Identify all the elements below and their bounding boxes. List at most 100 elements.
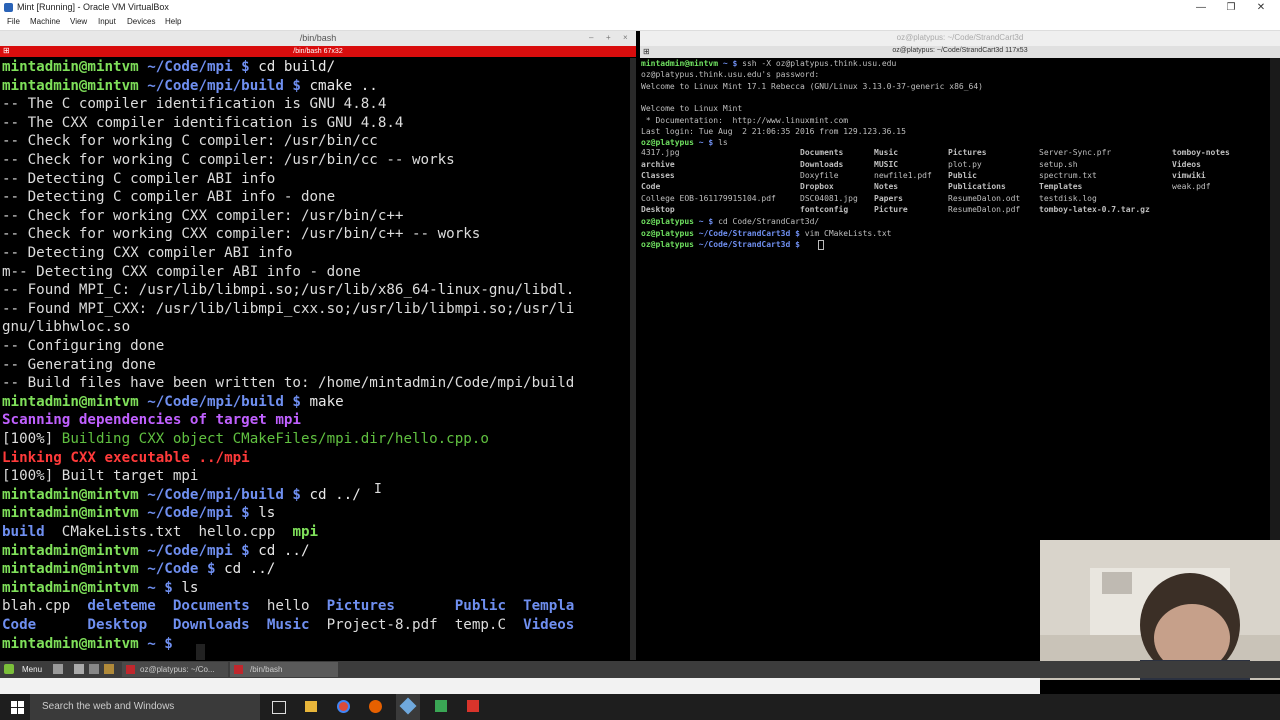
ls-entry: Code [641,182,661,192]
ls-entry: Publications [948,182,1006,192]
terminal-text: Linking CXX executable ../mpi [2,449,250,466]
terminal-text: Last login: Tue Aug 2 21:06:35 2016 from… [641,126,906,136]
show-desktop-icon[interactable] [53,664,63,674]
vbox-statusbar [0,678,1040,694]
terminal-line: blah.cpp deleteme Documents hello Pictur… [2,597,574,616]
terminal-text: -- Found MPI_C: /usr/lib/libmpi.so;/usr/… [2,282,575,299]
terminal-line: oz@platypus ~ $ cd Code/StrandCart3d/ [641,216,819,227]
terminal-text: [100%] Built target mpi [2,468,199,485]
terminal-line: mintadmin@mintvm ~/Code/mpi/build $ cd .… [2,486,361,505]
terminal-text: -- Detecting CXX compiler ABI info [2,245,293,261]
terminal-text: [100%] [2,431,62,447]
terminal-text: cd Code/StrandCart3d/ [713,217,820,227]
virtualbox-icon [4,3,13,12]
ls-entry: DSC04081.jpg [800,193,858,203]
firefox-icon[interactable] [369,700,382,713]
left-terminal-scrollbar[interactable] [630,58,636,660]
menu-help[interactable]: Help [165,17,181,26]
terminal-line: oz@platypus ~ $ ls [641,137,728,148]
terminal-text: Code [2,617,37,633]
terminal-line: -- Detecting C compiler ABI info [2,170,275,189]
terminal-text: -- Build files have been written to: /ho… [2,375,575,392]
terminal-line: Last login: Tue Aug 2 21:06:35 2016 from… [641,126,906,137]
file-explorer-icon[interactable] [305,701,317,712]
right-terminal-tab[interactable]: oz@platypus: ~/Code/StrandCart3d 117x53 [640,47,1280,54]
terminal-text: gnu/libhwloc.so [2,319,131,336]
menu-machine[interactable]: Machine [30,17,60,26]
windows-start-icon[interactable] [11,701,24,714]
menu-devices[interactable]: Devices [127,17,155,26]
guest-task-bash[interactable] [230,662,338,677]
ls-entry: MUSIC [874,159,899,169]
terminal-text: vim CMakeLists.txt [799,228,892,238]
terminal-launcher-2-icon[interactable] [89,664,99,674]
terminal-launcher-icon[interactable] [74,664,84,674]
ls-entry: tomboy-notes [1172,148,1230,158]
terminal-text: mintadmin@mintvm [2,579,139,596]
terminal-text: ~/Code/mpi/build $ [138,486,301,503]
terminal-text: -- Check for working CXX compiler: /usr/… [2,226,481,243]
terminal-text: ~ $ [693,138,714,148]
ls-entry: College EOB-161179915104.pdf [641,193,776,203]
files-launcher-icon[interactable] [104,664,114,674]
terminal-text: ~/Code/mpi $ [138,59,250,75]
terminal-text: blah.cpp [2,598,88,615]
terminal-line: Linking CXX executable ../mpi [2,449,250,468]
terminal-line: mintadmin@mintvm ~/Code/mpi $ ls [2,504,275,523]
terminal-text: cd build/ [249,59,336,75]
terminal-line: Scanning dependencies of target mpi [2,411,301,430]
ls-entry: Documents [800,148,844,158]
app-launcher-icon[interactable] [435,700,447,712]
terminal-text: Music [266,617,310,633]
minimize-button[interactable]: — [1186,0,1216,15]
menu-input[interactable]: Input [98,17,116,26]
terminal-text: ~/Code/mpi/build $ [138,393,301,410]
left-terminal-tab[interactable]: /bin/bash 67x32 [0,46,636,57]
terminal-text: mpi [292,524,319,540]
terminal-text: mintadmin@mintvm [2,542,139,559]
terminal-text: Welcome to Linux Mint [641,104,743,114]
terminal-text: * Documentation: http://www.linuxmint.co… [641,115,849,125]
terminal-line: oz@platypus.think.usu.edu's password: [641,69,819,80]
terminal-text: cd ../ [300,486,361,503]
terminal-line: -- Detecting C compiler ABI info - done [2,188,335,207]
terminal-text: build [2,524,45,540]
terminal-cursor [196,644,205,660]
terminal-text: Templa [523,598,575,615]
terminal-line: -- Check for working C compiler: /usr/bi… [2,151,455,170]
terminal-text: ls [249,505,276,522]
terminal-line: mintadmin@mintvm ~ $ ssh -X oz@platypus.… [641,58,896,69]
terminal-line: -- Check for working CXX compiler: /usr/… [2,225,480,244]
ls-entry: Templates [1039,182,1083,192]
pdf-reader-icon[interactable] [467,700,479,712]
left-terminal-maximize-icon[interactable]: + [606,33,611,42]
terminal-text: make [300,393,344,410]
ls-entry: Public [948,171,977,180]
terminal-line: -- The CXX compiler identification is GN… [2,114,403,133]
terminal-text: ~ $ [138,635,173,652]
left-terminal-minimize-icon[interactable]: – [589,33,593,42]
close-button[interactable]: ✕ [1246,0,1276,15]
terminal-text: oz@platypus [641,138,694,148]
guest-menu-button[interactable]: Menu [22,665,42,674]
ls-entry: ResumeDalon.odt [948,193,1021,203]
terminal-line: oz@platypus ~/Code/StrandCart3d $ vim CM… [641,228,891,239]
left-terminal-output[interactable]: mintadmin@mintvm ~/Code/mpi $ cd build/m… [0,58,630,660]
terminal-text: mintadmin@mintvm [641,59,719,68]
menu-file[interactable]: File [7,17,20,26]
terminal-text: mintadmin@mintvm [2,635,139,652]
left-terminal-close-icon[interactable]: × [623,33,628,42]
mint-menu-icon[interactable] [4,664,14,674]
terminal-text: mintadmin@mintvm [2,561,139,578]
terminal-text: -- Check for working C compiler: /usr/bi… [2,152,455,168]
terminal-line: -- Build files have been written to: /ho… [2,374,574,393]
menu-view[interactable]: View [70,17,87,26]
ls-entry: Server-Sync.pfr [1039,148,1112,158]
chrome-icon[interactable] [337,700,350,713]
task-view-icon[interactable] [272,701,286,714]
maximize-button[interactable]: ❐ [1216,0,1246,15]
terminal-text: -- Check for working C compiler: /usr/bi… [2,133,378,150]
ls-entry: archive [641,159,675,169]
